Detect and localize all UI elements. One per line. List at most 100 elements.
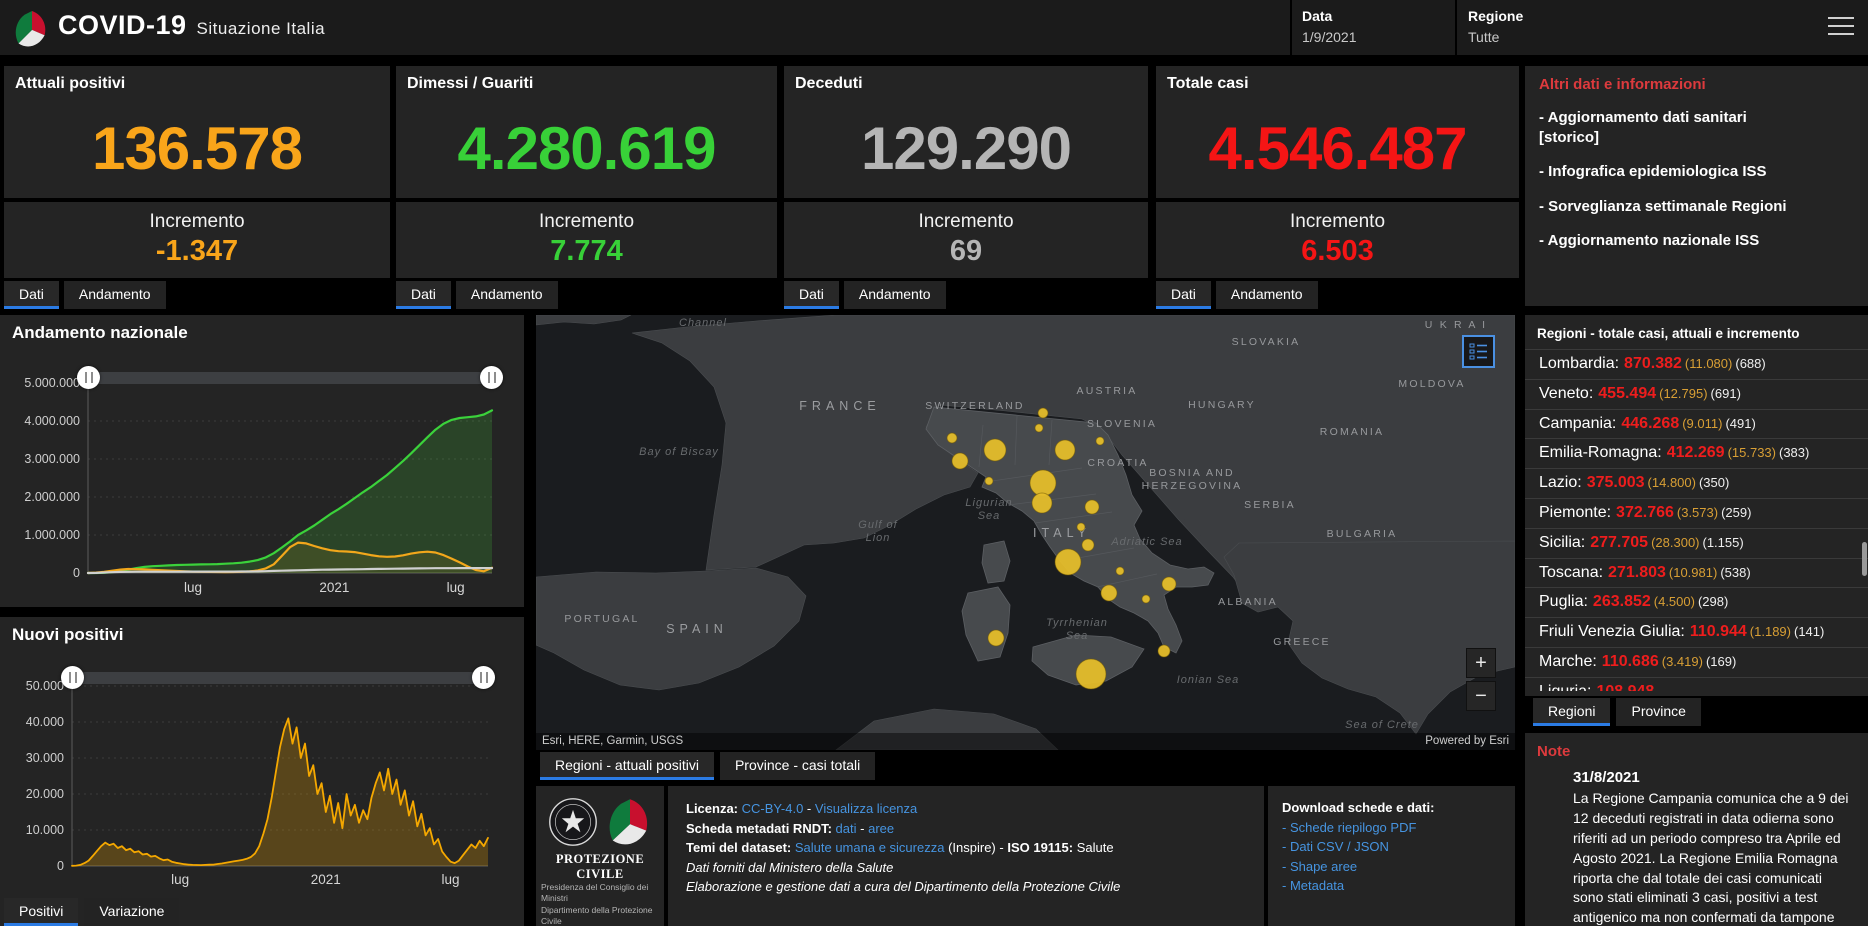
map-bubble[interactable] [983, 438, 1007, 462]
licenza-link[interactable]: CC-BY-4.0 [742, 801, 804, 816]
link-sorveglianza-regioni[interactable]: - Sorveglianza settimanale Regioni [1539, 197, 1854, 217]
region-row[interactable]: Sicilia: 277.705 (28.300) (1.155) [1525, 527, 1868, 558]
region-label: Regione [1468, 8, 1524, 24]
footer-downloads: Download schede e dati: - Schede riepilo… [1268, 786, 1515, 926]
y-axis-tick: 30.000 [26, 751, 64, 765]
map-bubble[interactable] [951, 452, 969, 470]
andamento-nazionale-panel: 0 1.000.000 2.000.000 3.000.000 4.000.000 5.0… [0, 315, 524, 607]
iso-value: Salute [1076, 840, 1114, 855]
region-name: Marche: [1539, 652, 1597, 670]
tab-dati[interactable]: Dati [784, 281, 839, 309]
y-axis-tick: 3.000.000 [24, 452, 80, 466]
italy-map[interactable]: Channel U K R A I SLOVAKIA MOLDOVA AUSTRIA HU… [536, 315, 1515, 750]
region-increment: (1.155) [1702, 534, 1744, 550]
slider-handle-left[interactable] [61, 666, 84, 689]
map-panel[interactable]: Channel U K R A I SLOVAKIA MOLDOVA AUSTRIA HU… [536, 315, 1515, 750]
tab-province[interactable]: Province [1616, 698, 1701, 726]
slider-handle-left[interactable] [77, 366, 100, 389]
region-row[interactable]: Lazio: 375.003 (14.800) (350) [1525, 468, 1868, 498]
region-row[interactable]: Liguria: 108.948 [1525, 676, 1868, 691]
rndt-dati-link[interactable]: dati [836, 821, 857, 836]
region-attuali: (10.981) [1668, 564, 1718, 580]
region-row[interactable]: Veneto: 455.494 (12.795) (691) [1525, 378, 1868, 409]
map-bubble[interactable] [1084, 499, 1100, 515]
tab-andamento[interactable]: Andamento [1215, 281, 1318, 309]
link-aggiornamento-storico[interactable]: - Aggiornamento dati sanitari [storico] [1539, 108, 1854, 147]
protezione-civile-star-icon [609, 799, 648, 845]
rndt-aree-link[interactable]: aree [868, 821, 894, 836]
tab-andamento[interactable]: Andamento [843, 281, 946, 309]
map-bubble[interactable] [987, 629, 1005, 647]
map-bubble[interactable] [1161, 576, 1177, 592]
slider-handle-right[interactable] [480, 366, 503, 389]
link-aggiornamento-iss[interactable]: - Aggiornamento nazionale ISS [1539, 231, 1854, 251]
date-value[interactable]: 1/9/2021 [1302, 29, 1357, 45]
map-bubble[interactable] [984, 476, 994, 486]
time-range-slider[interactable] [61, 666, 495, 689]
tab-dati[interactable]: Dati [396, 281, 451, 309]
region-value[interactable]: Tutte [1468, 29, 1523, 45]
map-bubble[interactable] [1075, 658, 1107, 690]
tab-regioni-attuali-positivi[interactable]: Regioni - attuali positivi [540, 752, 714, 780]
regions-list-panel: Regioni - totale casi, attuali e increme… [1525, 315, 1868, 726]
region-attuali: (11.080) [1684, 356, 1733, 371]
map-bubble[interactable] [1029, 469, 1057, 497]
stat-card-3: Totale casi 4.546.487 Incremento 6.503 Dati A… [1156, 66, 1519, 309]
temi-link[interactable]: Salute umana e sicurezza [795, 840, 945, 855]
menu-icon[interactable] [1828, 17, 1854, 41]
tab-andamento[interactable]: Andamento [455, 281, 558, 309]
tab-variazione[interactable]: Variazione [84, 898, 180, 926]
region-increment: (688) [1735, 356, 1766, 371]
zoom-in-button[interactable]: + [1466, 648, 1496, 678]
presidenza-emblem-icon [549, 798, 597, 846]
map-bubble[interactable] [946, 432, 958, 444]
region-selector[interactable]: Regione Tutte [1468, 8, 1523, 45]
visualizza-licenza-link[interactable]: Visualizza licenza [815, 801, 917, 816]
region-attuali: (28.300) [1651, 534, 1700, 550]
tab-dati[interactable]: Dati [4, 281, 59, 309]
region-row[interactable]: Lombardia: 870.382 (11.080) (688) [1525, 349, 1868, 379]
download-shape-link[interactable]: - Shape aree [1282, 859, 1357, 874]
region-row[interactable]: Emilia-Romagna: 412.269 (15.733) (383) [1525, 438, 1868, 468]
link-infografica-iss[interactable]: - Infografica epidemiologica ISS [1539, 162, 1854, 182]
map-label: AUSTRIA [1077, 385, 1138, 397]
slider-handle-right[interactable] [472, 666, 495, 689]
region-row[interactable]: Campania: 446.268 (9.011) (491) [1525, 408, 1868, 439]
date-selector[interactable]: Data 1/9/2021 [1302, 8, 1357, 45]
region-row[interactable]: Friuli Venezia Giulia: 110.944 (1.189) (141… [1525, 617, 1868, 647]
tab-andamento[interactable]: Andamento [63, 281, 166, 309]
map-bubble[interactable] [1037, 407, 1049, 419]
tab-regioni[interactable]: Regioni [1533, 698, 1611, 726]
map-bubble[interactable] [1034, 423, 1044, 433]
region-name: Lazio: [1539, 474, 1582, 492]
rndt-label: Scheda metadati RNDT: [686, 820, 832, 836]
region-row[interactable]: Toscana: 271.803 (10.981) (538) [1525, 557, 1868, 588]
note-text: La Regione Campania comunica che a 9 dei… [1573, 790, 1849, 926]
list-scrollbar-thumb[interactable] [1862, 542, 1867, 576]
map-bubble[interactable] [1031, 492, 1053, 514]
map-bubble[interactable] [1141, 594, 1151, 604]
map-bubble[interactable] [1054, 548, 1082, 576]
map-bubble[interactable] [1081, 538, 1095, 552]
map-bubble[interactable] [1157, 644, 1171, 658]
map-bubble[interactable] [1100, 584, 1118, 602]
download-csv-json-link[interactable]: - Dati CSV / JSON [1282, 839, 1389, 854]
region-row[interactable]: Puglia: 263.852 (4.500) (298) [1525, 587, 1868, 617]
download-pdf-link[interactable]: - Schede riepilogo PDF [1282, 820, 1416, 835]
map-bubble[interactable] [1076, 522, 1086, 532]
tab-positivi[interactable]: Positivi [4, 898, 79, 926]
time-range-slider[interactable] [77, 366, 503, 389]
region-total: 455.494 [1598, 384, 1657, 402]
region-name: Piemonte: [1539, 503, 1612, 521]
x-axis-tick: 2021 [311, 872, 341, 887]
region-row[interactable]: Piemonte: 372.766 (3.573) (259) [1525, 497, 1868, 528]
map-bubble[interactable] [1115, 566, 1125, 576]
download-metadata-link[interactable]: - Metadata [1282, 878, 1344, 893]
map-bubble[interactable] [1095, 436, 1105, 446]
legend-button[interactable] [1462, 335, 1495, 368]
zoom-out-button[interactable]: − [1466, 681, 1496, 711]
tab-province-casi-totali[interactable]: Province - casi totali [719, 752, 876, 780]
map-bubble[interactable] [1054, 439, 1076, 461]
region-row[interactable]: Marche: 110.686 (3.419) (169) [1525, 646, 1868, 677]
tab-dati[interactable]: Dati [1156, 281, 1211, 309]
